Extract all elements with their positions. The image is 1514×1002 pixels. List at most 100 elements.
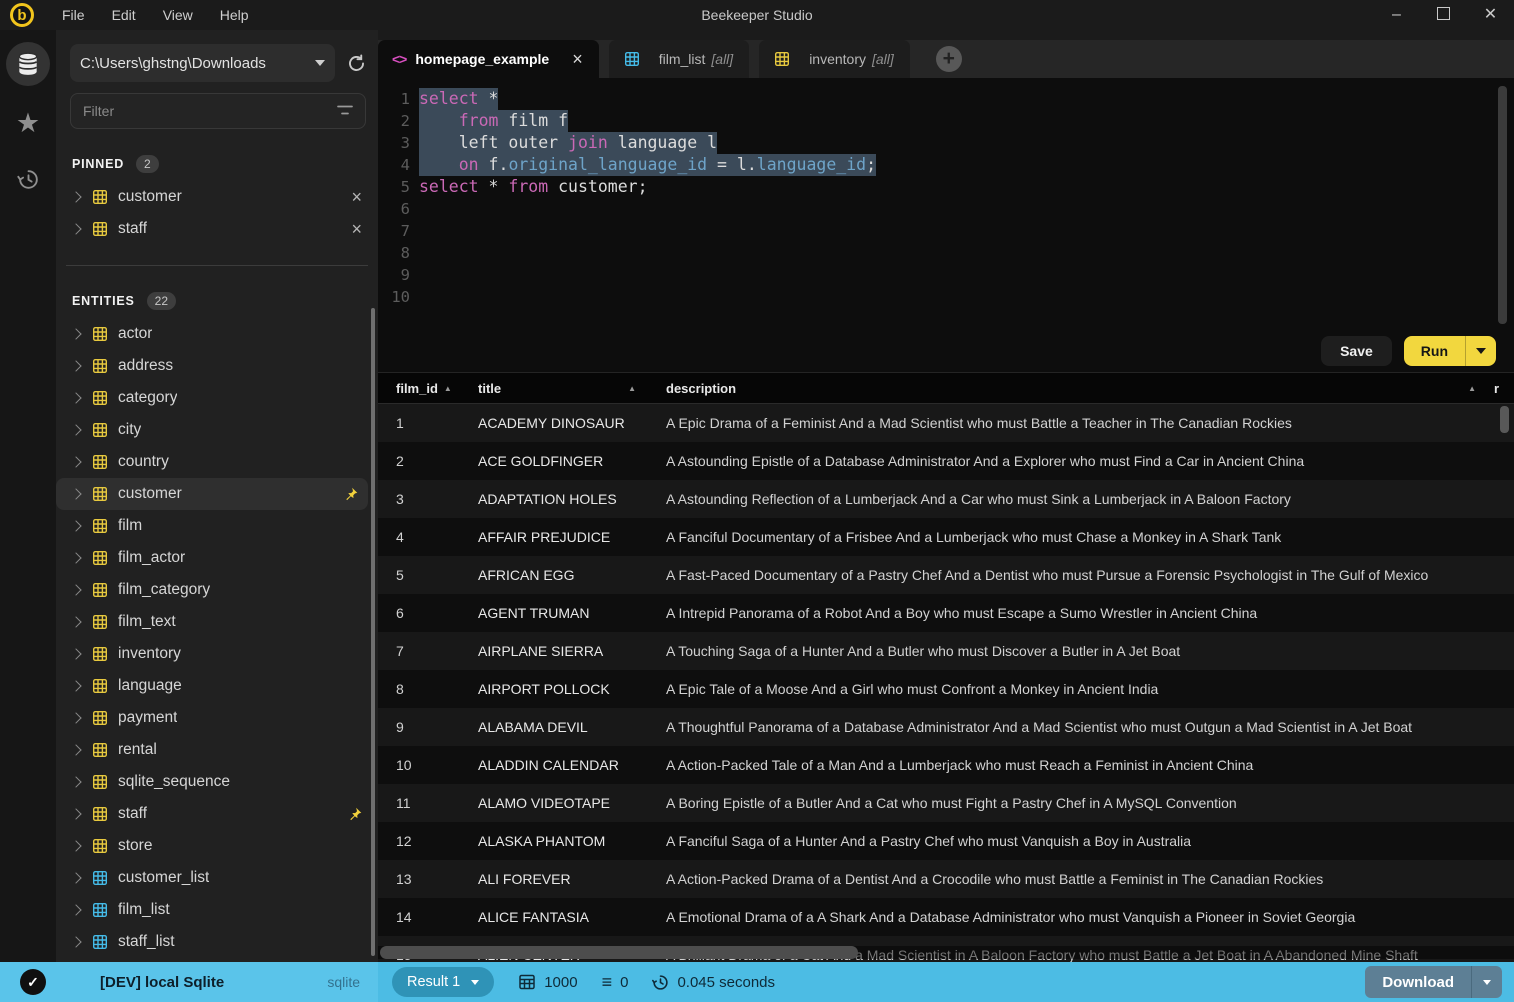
entity-item-film_actor[interactable]: film_actor — [56, 542, 378, 574]
entity-item-film[interactable]: film — [56, 510, 378, 542]
table-row[interactable]: 3 ADAPTATION HOLES A Astounding Reflection… — [378, 480, 1514, 518]
expand-chevron-icon[interactable] — [70, 936, 82, 948]
unpin-icon[interactable]: × — [351, 188, 362, 206]
column-header-description[interactable]: description ▲ — [648, 373, 1488, 403]
close-button[interactable]: ✕ — [1467, 0, 1514, 30]
maximize-button[interactable] — [1420, 0, 1467, 30]
connection-selector[interactable]: C:\Users\ghstng\Downloads — [70, 44, 335, 82]
entity-item-actor[interactable]: actor — [56, 318, 378, 350]
tab-inventory[interactable]: inventory [all] — [759, 40, 910, 78]
tab-homepage_example[interactable]: <> homepage_example × — [378, 40, 599, 78]
pin-icon[interactable] — [348, 807, 362, 821]
entity-item-rental[interactable]: rental — [56, 734, 378, 766]
expand-chevron-icon[interactable] — [70, 744, 82, 756]
column-header-title[interactable]: title ▲ — [460, 373, 648, 403]
entity-item-customer_list[interactable]: customer_list — [56, 862, 378, 894]
entity-item-store[interactable]: store — [56, 830, 378, 862]
expand-chevron-icon[interactable] — [70, 808, 82, 820]
horizontal-scrollbar-thumb[interactable] — [380, 946, 858, 959]
table-icon — [93, 679, 107, 693]
favorites-star-icon[interactable]: ★ — [16, 110, 40, 137]
expand-chevron-icon[interactable] — [70, 223, 82, 235]
expand-chevron-icon[interactable] — [70, 840, 82, 852]
entity-item-language[interactable]: language — [56, 670, 378, 702]
sort-icon[interactable]: ▲ — [444, 384, 452, 393]
table-scrollbar-thumb[interactable] — [1500, 406, 1509, 433]
download-dropdown-caret[interactable] — [1472, 979, 1502, 985]
menu-view[interactable]: View — [163, 7, 193, 23]
run-dropdown-caret[interactable] — [1466, 348, 1496, 354]
entity-item-film_category[interactable]: film_category — [56, 574, 378, 606]
expand-chevron-icon[interactable] — [70, 328, 82, 340]
download-button[interactable]: Download — [1365, 966, 1502, 998]
expand-chevron-icon[interactable] — [70, 584, 82, 596]
sort-icon[interactable]: ▲ — [1468, 384, 1476, 393]
expand-chevron-icon[interactable] — [70, 776, 82, 788]
expand-chevron-icon[interactable] — [70, 191, 82, 203]
entity-item-sqlite_sequence[interactable]: sqlite_sequence — [56, 766, 378, 798]
entity-item-film_text[interactable]: film_text — [56, 606, 378, 638]
table-row[interactable]: 10 ALADDIN CALENDAR A Action-Packed Tale o… — [378, 746, 1514, 784]
refresh-icon[interactable] — [347, 53, 366, 73]
sidebar-scrollbar[interactable] — [371, 308, 375, 956]
minimize-button[interactable]: – — [1373, 0, 1420, 30]
filter-input[interactable]: Filter — [70, 93, 366, 129]
entity-item-staff[interactable]: staff — [56, 798, 378, 830]
table-row[interactable]: 1 ACADEMY DINOSAUR A Epic Drama of a Femin… — [378, 404, 1514, 442]
menu-help[interactable]: Help — [220, 7, 249, 23]
sql-editor[interactable]: 1 select * 2 from film f3 left outer join … — [378, 78, 1514, 330]
expand-chevron-icon[interactable] — [70, 680, 82, 692]
horizontal-scrollbar[interactable] — [378, 946, 1514, 959]
entity-item-inventory[interactable]: inventory — [56, 638, 378, 670]
table-row[interactable]: 13 ALI FOREVER A Action-Packed Drama of a … — [378, 860, 1514, 898]
menu-edit[interactable]: Edit — [112, 7, 136, 23]
close-tab-icon[interactable]: × — [572, 50, 583, 68]
expand-chevron-icon[interactable] — [70, 712, 82, 724]
expand-chevron-icon[interactable] — [70, 488, 82, 500]
entity-item-country[interactable]: country — [56, 446, 378, 478]
entity-item-customer[interactable]: customer — [56, 478, 368, 510]
table-row[interactable]: 2 ACE GOLDFINGER A Astounding Epistle of a… — [378, 442, 1514, 480]
entity-item-film_list[interactable]: film_list — [56, 894, 378, 926]
table-row[interactable]: 9 ALABAMA DEVIL A Thoughtful Panorama of a… — [378, 708, 1514, 746]
table-row[interactable]: 12 ALASKA PHANTOM A Fanciful Saga of a Hun… — [378, 822, 1514, 860]
table-row[interactable]: 14 ALICE FANTASIA A Emotional Drama of a A… — [378, 898, 1514, 936]
run-button[interactable]: Run — [1403, 336, 1496, 366]
expand-chevron-icon[interactable] — [70, 392, 82, 404]
expand-chevron-icon[interactable] — [70, 904, 82, 916]
pin-icon[interactable] — [344, 487, 358, 501]
pinned-item-staff[interactable]: staff × — [56, 213, 378, 245]
expand-chevron-icon[interactable] — [70, 872, 82, 884]
expand-chevron-icon[interactable] — [70, 616, 82, 628]
entity-item-payment[interactable]: payment — [56, 702, 378, 734]
table-row[interactable]: 7 AIRPLANE SIERRA A Touching Saga of a Hun… — [378, 632, 1514, 670]
history-icon[interactable] — [16, 167, 41, 192]
new-tab-button[interactable]: + — [935, 46, 962, 72]
column-header-film_id[interactable]: film_id ▲ — [378, 373, 460, 403]
expand-chevron-icon[interactable] — [70, 648, 82, 660]
tables-nav-icon[interactable] — [6, 42, 50, 86]
table-row[interactable]: 11 ALAMO VIDEOTAPE A Boring Epistle of a B… — [378, 784, 1514, 822]
result-selector[interactable]: Result 1 — [392, 967, 495, 997]
expand-chevron-icon[interactable] — [70, 424, 82, 436]
menu-file[interactable]: File — [62, 7, 85, 23]
entity-item-city[interactable]: city — [56, 414, 378, 446]
unpin-icon[interactable]: × — [351, 220, 362, 238]
table-row[interactable]: 4 AFFAIR PREJUDICE A Fanciful Documentary … — [378, 518, 1514, 556]
table-row[interactable]: 8 AIRPORT POLLOCK A Epic Tale of a Moose A… — [378, 670, 1514, 708]
entity-item-staff_list[interactable]: staff_list — [56, 926, 378, 958]
entity-item-category[interactable]: category — [56, 382, 378, 414]
tab-film_list[interactable]: film_list [all] — [608, 40, 750, 78]
expand-chevron-icon[interactable] — [70, 552, 82, 564]
expand-chevron-icon[interactable] — [70, 360, 82, 372]
entity-item-address[interactable]: address — [56, 350, 378, 382]
sort-icon[interactable]: ▲ — [628, 384, 636, 393]
table-row[interactable]: 5 AFRICAN EGG A Fast-Paced Documentary of … — [378, 556, 1514, 594]
table-row[interactable]: 6 AGENT TRUMAN A Intrepid Panorama of a Ro… — [378, 594, 1514, 632]
column-header-partial[interactable]: r — [1488, 373, 1514, 403]
pinned-item-customer[interactable]: customer × — [56, 181, 378, 213]
editor-scrollbar[interactable] — [1498, 86, 1507, 324]
expand-chevron-icon[interactable] — [70, 520, 82, 532]
save-button[interactable]: Save — [1321, 336, 1392, 366]
expand-chevron-icon[interactable] — [70, 456, 82, 468]
